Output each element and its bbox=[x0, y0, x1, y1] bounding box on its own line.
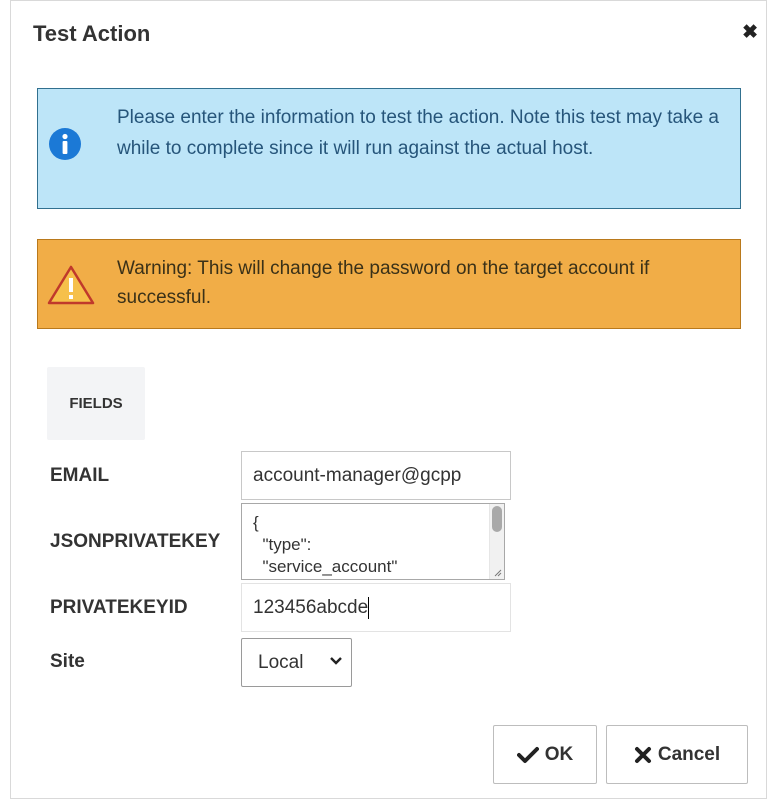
jsonprivatekey-label: JSONPRIVATEKEY bbox=[50, 531, 221, 552]
email-field-value: account-manager@gcpp bbox=[253, 465, 462, 486]
warning-alert: Warning: This will change the password o… bbox=[37, 239, 741, 329]
close-icon[interactable]: ✖ bbox=[742, 23, 758, 42]
privatekeyid-field-value: 123456abcde bbox=[253, 597, 369, 618]
jsonprivatekey-value: { "type": "service_account" bbox=[253, 513, 398, 576]
cancel-button[interactable]: Cancel bbox=[606, 725, 748, 784]
resize-handle-icon[interactable] bbox=[494, 569, 502, 577]
cancel-button-label: Cancel bbox=[657, 743, 721, 765]
site-select-value: Local bbox=[258, 652, 304, 673]
site-select[interactable]: Local bbox=[241, 638, 352, 687]
email-label: EMAIL bbox=[50, 465, 110, 486]
info-alert-text: Please enter the information to test the… bbox=[117, 107, 719, 159]
info-alert: Please enter the information to test the… bbox=[37, 88, 741, 209]
warning-icon bbox=[47, 265, 95, 305]
privatekeyid-field[interactable]: 123456abcde bbox=[241, 583, 511, 632]
privatekeyid-label: PRIVATEKEYID bbox=[50, 597, 188, 618]
info-icon bbox=[49, 128, 81, 160]
test-action-dialog: Test Action ✖ Please enter the informati… bbox=[10, 0, 767, 799]
textarea-scrollbar[interactable] bbox=[489, 504, 504, 579]
ok-button[interactable]: OK bbox=[493, 725, 597, 784]
chevron-down-icon bbox=[330, 657, 342, 665]
checkmark-icon bbox=[516, 746, 539, 763]
email-field[interactable]: account-manager@gcpp bbox=[241, 451, 511, 500]
ok-button-label: OK bbox=[544, 743, 574, 765]
dialog-title: Test Action bbox=[33, 21, 151, 46]
site-label: Site bbox=[50, 651, 85, 672]
scrollbar-thumb[interactable] bbox=[492, 506, 502, 532]
warning-alert-text: Warning: This will change the password o… bbox=[117, 258, 650, 308]
tab-fields[interactable]: FIELDS bbox=[47, 367, 145, 440]
jsonprivatekey-textarea[interactable]: { "type": "service_account" bbox=[241, 503, 505, 580]
text-cursor bbox=[368, 596, 370, 619]
close-icon bbox=[634, 746, 651, 763]
